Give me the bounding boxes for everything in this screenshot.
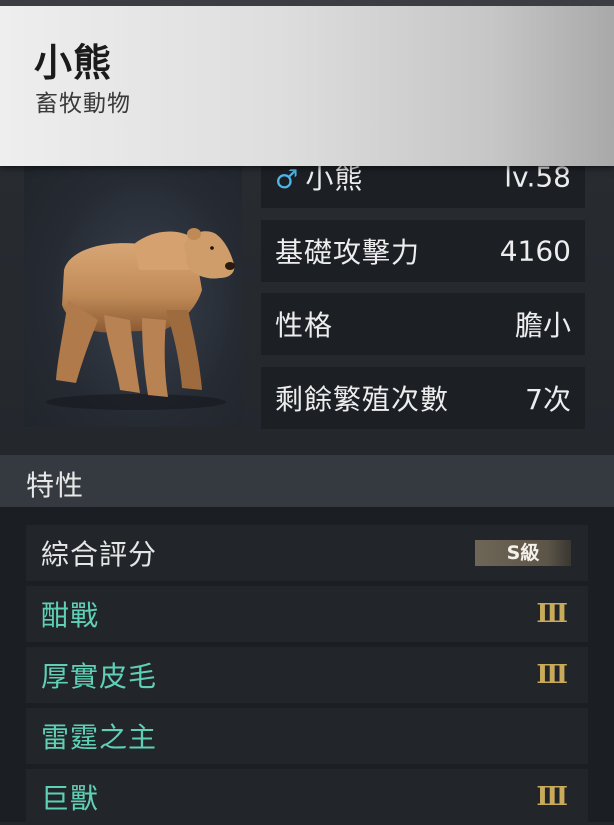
page-subtitle: 畜牧動物 xyxy=(35,91,131,117)
trait-name: 雷霆之主 xyxy=(41,721,158,754)
traits-section-header: 特性 xyxy=(0,455,614,507)
header-banner: 小熊 畜牧動物 xyxy=(0,0,614,166)
base-attack-label: 基礎攻擊力 xyxy=(275,236,421,269)
trait-row[interactable]: 酣戰 Ⅲ xyxy=(26,586,588,642)
trait-row[interactable]: 雷霆之主 xyxy=(26,708,588,764)
stat-row-personality: 性格 膽小 xyxy=(261,293,585,355)
traits-section-title: 特性 xyxy=(26,469,85,502)
base-attack-value: 4160 xyxy=(499,234,571,268)
stat-row-base-attack: 基礎攻擊力 4160 xyxy=(261,220,585,282)
trait-row[interactable]: 巨獸 Ⅲ xyxy=(26,769,588,825)
breeding-remaining-label: 剩餘繁殖次數 xyxy=(275,383,450,416)
animal-name-text: 小熊 xyxy=(305,162,364,195)
trait-name: 酣戰 xyxy=(41,599,100,632)
grade-badge: S級 xyxy=(475,540,571,566)
animal-portrait xyxy=(24,140,242,427)
overall-rating-label: 綜合評分 xyxy=(41,538,158,571)
breeding-remaining-value: 7次 xyxy=(525,383,571,416)
header-top-edge xyxy=(0,0,614,6)
bear-icon xyxy=(46,228,235,410)
page-title: 小熊 xyxy=(34,41,113,85)
trait-name: 厚實皮毛 xyxy=(41,660,158,693)
trait-row[interactable]: 厚實皮毛 Ⅲ xyxy=(26,647,588,703)
stat-row-breeding-remaining: 剩餘繁殖次數 7次 xyxy=(261,367,585,429)
traits-list[interactable]: 綜合評分 S級 酣戰 Ⅲ 厚實皮毛 Ⅲ 雷霆之主 巨獸 Ⅲ xyxy=(0,507,614,825)
trait-name: 巨獸 xyxy=(41,782,100,815)
trait-rank: Ⅲ xyxy=(536,782,568,812)
personality-label: 性格 xyxy=(275,309,334,342)
trait-rank: Ⅲ xyxy=(536,599,568,629)
trait-rank: Ⅲ xyxy=(536,660,568,690)
overall-rating-row[interactable]: 綜合評分 S級 xyxy=(26,525,588,581)
male-gender-icon: ♂ xyxy=(275,165,300,195)
personality-value: 膽小 xyxy=(514,309,571,342)
